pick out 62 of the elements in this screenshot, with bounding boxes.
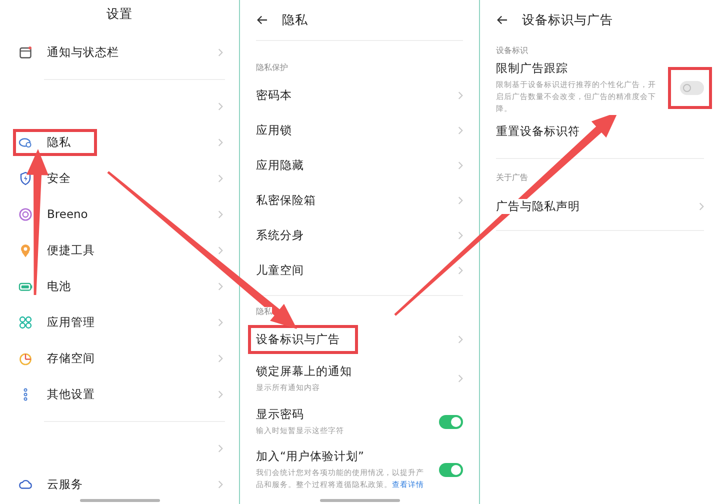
settings-item[interactable]: 安全 bbox=[47, 170, 71, 186]
apps-grid-icon bbox=[18, 314, 33, 330]
chevron-icon bbox=[458, 196, 463, 205]
toggle-switch[interactable] bbox=[439, 414, 463, 428]
notification-icon bbox=[18, 44, 33, 60]
settings-item[interactable]: 电池 bbox=[47, 278, 71, 294]
chevron-icon bbox=[218, 282, 223, 290]
chevron-icon bbox=[458, 231, 463, 240]
ring-icon bbox=[18, 206, 33, 222]
settings-item[interactable]: 隐私 bbox=[47, 134, 71, 150]
toggle-switch[interactable] bbox=[439, 463, 463, 477]
settings-item[interactable]: 系统分身 bbox=[256, 228, 304, 243]
settings-item[interactable]: 设备标识与广告 bbox=[256, 332, 340, 347]
settings-item[interactable]: 便捷工具 bbox=[47, 242, 95, 258]
settings-item[interactable]: 通知与状态栏 bbox=[47, 44, 119, 60]
chevron-icon bbox=[218, 444, 223, 452]
chevron-icon bbox=[458, 374, 463, 383]
screen-title: 设置 bbox=[106, 4, 134, 22]
screen-title: 设备标识与广告 bbox=[522, 12, 613, 28]
chevron-icon bbox=[218, 246, 223, 254]
toggle-switch[interactable] bbox=[680, 81, 704, 95]
settings-item[interactable]: 显示密码 bbox=[256, 406, 304, 422]
settings-item[interactable]: 儿童空间 bbox=[256, 263, 304, 278]
screen-title: 隐私 bbox=[282, 12, 308, 28]
chevron-icon bbox=[458, 91, 463, 100]
section-header: 设备标识 bbox=[496, 46, 528, 55]
chevron-icon bbox=[218, 48, 223, 56]
section-header: 隐私保护 bbox=[256, 63, 288, 72]
chevron-icon bbox=[699, 202, 704, 211]
chevron-icon bbox=[458, 266, 463, 275]
chevron-icon bbox=[458, 335, 463, 344]
settings-item[interactable]: 其他设置 bbox=[47, 386, 95, 402]
settings-item[interactable]: 应用隐藏 bbox=[256, 158, 304, 173]
location-pin-icon bbox=[18, 242, 33, 258]
chevron-icon bbox=[218, 138, 223, 146]
chevron-icon bbox=[218, 354, 223, 362]
chevron-icon bbox=[218, 210, 223, 218]
settings-item[interactable]: 加入“用户体验计划” bbox=[256, 449, 364, 464]
back-arrow-icon[interactable] bbox=[496, 15, 508, 25]
chevron-icon bbox=[218, 318, 223, 326]
settings-item[interactable]: 重置设备标识符 bbox=[496, 124, 580, 139]
settings-item[interactable]: 存储空间 bbox=[47, 350, 95, 366]
chevron-icon bbox=[218, 102, 223, 110]
back-arrow-icon[interactable] bbox=[256, 15, 268, 25]
settings-item[interactable]: 私密保险箱 bbox=[256, 193, 316, 208]
settings-item[interactable]: 锁定屏幕上的通知 bbox=[256, 364, 352, 378]
chevron-icon bbox=[218, 174, 223, 182]
section-header: 关于广告 bbox=[496, 173, 528, 182]
settings-item[interactable]: 云服务 bbox=[47, 476, 83, 492]
pie-chart-icon bbox=[18, 350, 33, 366]
settings-item[interactable]: Breeno bbox=[47, 207, 88, 221]
section-header: 隐私 bbox=[256, 307, 272, 316]
settings-item[interactable]: 应用管理 bbox=[47, 314, 95, 330]
shield-icon bbox=[18, 170, 33, 186]
settings-item[interactable]: 广告与隐私声明 bbox=[496, 199, 580, 214]
settings-item[interactable]: 应用锁 bbox=[256, 123, 292, 138]
chevron-icon bbox=[458, 126, 463, 135]
chevron-icon bbox=[218, 480, 223, 488]
settings-item[interactable]: 限制广告跟踪 bbox=[496, 61, 568, 76]
chevron-icon bbox=[218, 390, 223, 398]
chevron-icon bbox=[458, 161, 463, 170]
settings-item[interactable]: 密码本 bbox=[256, 88, 292, 103]
